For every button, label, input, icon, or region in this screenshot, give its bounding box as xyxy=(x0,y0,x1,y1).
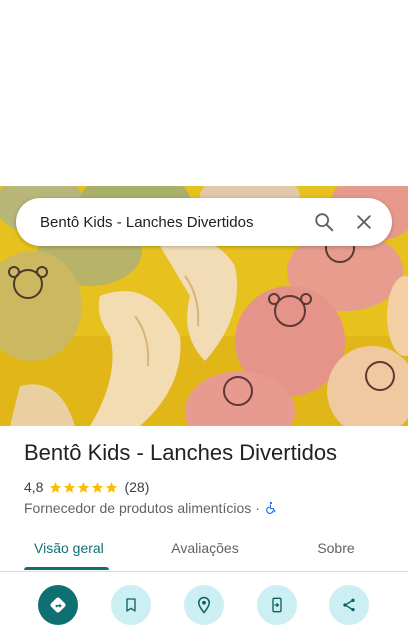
star-icon xyxy=(50,481,62,493)
search-button[interactable] xyxy=(304,202,344,242)
nearby-button[interactable] xyxy=(184,585,224,625)
send-to-phone-icon xyxy=(272,597,282,613)
bookmark-icon xyxy=(126,598,136,612)
search-icon xyxy=(315,213,334,232)
directions-button[interactable] xyxy=(38,585,78,625)
rating-value: 4,8 xyxy=(24,479,44,495)
star-icon xyxy=(78,481,90,493)
star-rating xyxy=(49,481,119,494)
place-title: Bentô Kids - Lanches Divertidos xyxy=(24,440,338,465)
review-count[interactable]: (28) xyxy=(124,479,149,495)
star-icon xyxy=(106,481,118,493)
share-icon xyxy=(343,598,355,612)
active-tab-indicator xyxy=(24,567,109,570)
directions-icon xyxy=(50,597,66,613)
star-icon xyxy=(64,481,76,493)
save-button[interactable] xyxy=(111,585,151,625)
tab-reviews[interactable]: Avaliações xyxy=(150,526,260,570)
tab-about[interactable]: Sobre xyxy=(300,526,372,570)
separator-dot: · xyxy=(255,500,260,516)
clear-search-button[interactable] xyxy=(344,202,384,242)
category-row: Fornecedor de produtos alimentícios · xyxy=(24,499,278,517)
place-tabs: Visão geral Avaliações Sobre xyxy=(0,526,408,572)
send-to-phone-button[interactable] xyxy=(257,585,297,625)
share-button[interactable] xyxy=(329,585,369,625)
wheelchair-accessible-icon xyxy=(266,501,276,514)
nearby-icon xyxy=(197,596,211,614)
rating-row[interactable]: 4,8 (28) xyxy=(24,478,149,496)
star-icon xyxy=(92,481,104,493)
search-input[interactable]: Bentô Kids - Lanches Divertidos xyxy=(16,214,304,231)
tab-overview[interactable]: Visão geral xyxy=(24,526,120,570)
place-category: Fornecedor de produtos alimentícios xyxy=(24,500,252,516)
search-bar[interactable]: Bentô Kids - Lanches Divertidos xyxy=(16,198,392,246)
close-icon xyxy=(357,215,371,229)
